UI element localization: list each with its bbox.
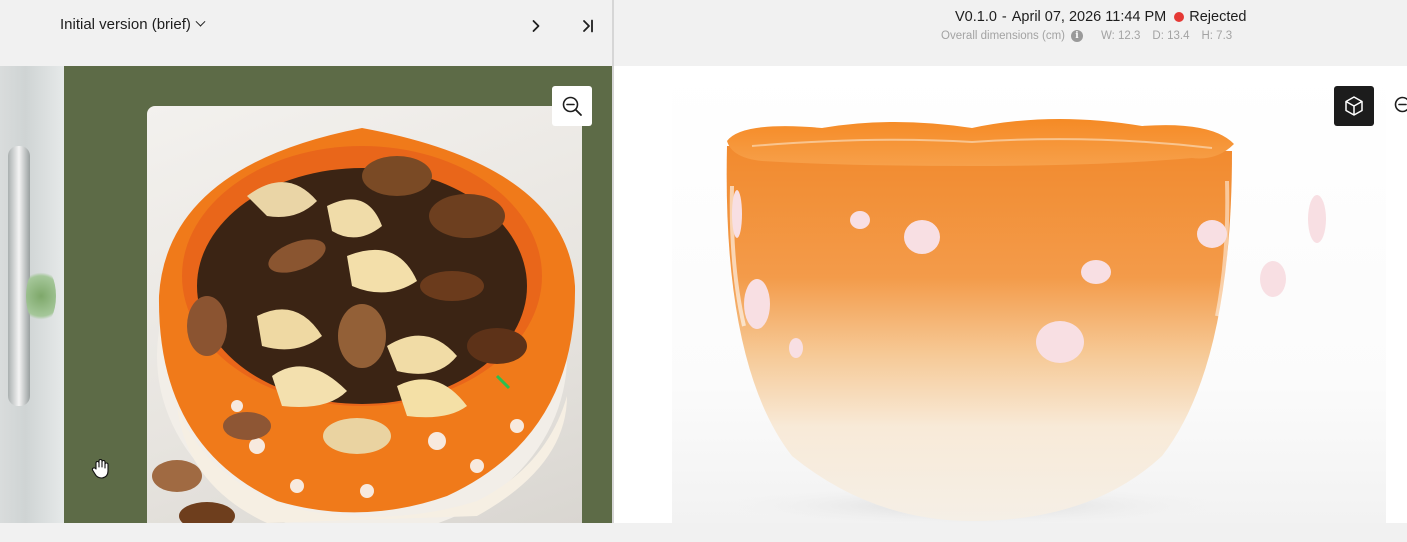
model-pane: V0.1.0 - April 07, 2026 11:44 PM Rejecte… — [614, 0, 1407, 542]
status-label: Rejected — [1189, 9, 1247, 25]
bottom-bar — [0, 523, 1407, 542]
last-version-button[interactable] — [576, 14, 600, 38]
version-dropdown[interactable]: Initial version (brief) — [60, 16, 206, 33]
zoom-out-button-reference[interactable] — [552, 86, 592, 126]
dimension-width: W: 12.3 — [1100, 30, 1141, 42]
info-icon[interactable]: i — [1070, 30, 1083, 42]
reference-header: Initial version (brief) — [0, 0, 612, 66]
version-dropdown-label: Initial version (brief) — [60, 16, 191, 33]
chevron-right-icon — [532, 20, 540, 32]
dimension-height: H: 7.3 — [1201, 30, 1233, 42]
dimensions-info: Overall dimensions (cm) i W: 12.3 D: 13.… — [941, 30, 1238, 42]
version-separator: - — [1001, 9, 1007, 25]
status-dot — [1174, 12, 1185, 22]
zoom-out-icon — [1394, 96, 1407, 113]
version-number: V0.1.0 — [955, 9, 997, 25]
hand-grab-icon — [91, 458, 111, 480]
cube-icon — [1345, 96, 1363, 116]
model-render — [672, 66, 1386, 523]
version-info: V0.1.0 - April 07, 2026 11:44 PM Rejecte… — [955, 9, 1247, 25]
zoom-out-icon — [562, 96, 582, 116]
reference-canvas[interactable] — [0, 66, 612, 523]
dimensions-label: Overall dimensions (cm) — [941, 30, 1065, 42]
background-photo-edge — [0, 66, 64, 523]
reference-photo — [147, 106, 582, 523]
reference-pane: Initial version (brief) — [0, 0, 612, 542]
version-datetime: April 07, 2026 11:44 PM — [1011, 9, 1167, 25]
model-viewport[interactable] — [614, 66, 1407, 523]
dimension-depth: D: 13.4 — [1152, 30, 1190, 42]
next-version-button[interactable] — [524, 14, 548, 38]
view-3d-button[interactable] — [1334, 86, 1374, 126]
zoom-out-button-model[interactable] — [1392, 94, 1407, 118]
review-workspace: Initial version (brief) V0.1.0 - April 0… — [0, 0, 1407, 542]
chevron-down-icon — [195, 16, 206, 27]
model-header: V0.1.0 - April 07, 2026 11:44 PM Rejecte… — [614, 0, 1407, 66]
skip-to-end-icon — [583, 19, 593, 33]
reference-image-frame — [64, 66, 612, 523]
